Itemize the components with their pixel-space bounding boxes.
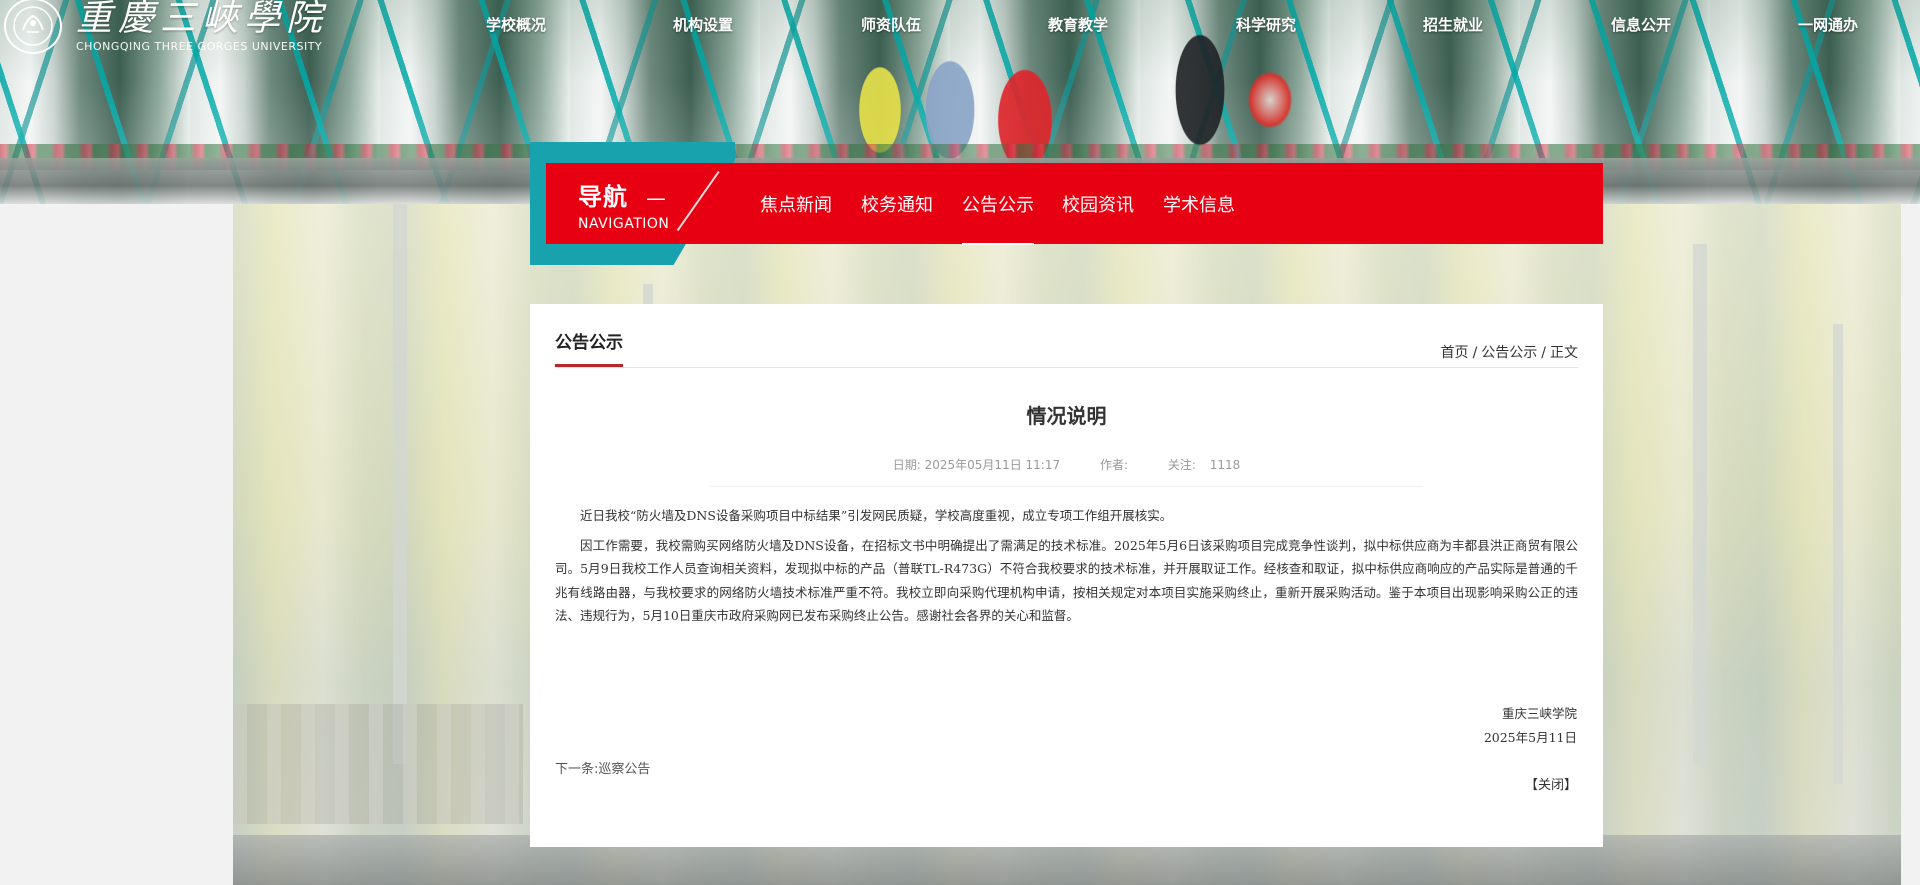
subnav-title-en: NAVIGATION <box>578 216 670 232</box>
nav-item-admissions[interactable]: 招生就业 <box>1423 14 1483 35</box>
nav-item-faculty[interactable]: 师资队伍 <box>861 14 921 35</box>
breadcrumb-separator: / <box>1472 345 1478 361</box>
article-card: 公告公示 首页 / 公告公示 / 正文 情况说明 日期: 2025年05月11日 11:… <box>530 304 1603 847</box>
article-signature: 重庆三峡学院 2025年5月11日 <box>1484 702 1577 750</box>
meta-divider <box>710 486 1423 487</box>
nav-item-institutions[interactable]: 机构设置 <box>673 14 733 35</box>
article-views-label: 关注: <box>1167 458 1196 472</box>
logo-name-en: CHONGQING THREE GORGES UNIVERSITY <box>76 40 323 53</box>
nav-item-about[interactable]: 学校概况 <box>486 14 546 35</box>
nav-item-one-stop[interactable]: 一网通办 <box>1798 14 1858 35</box>
bg-tree-trunk <box>1693 244 1707 764</box>
next-article-link[interactable]: 下一条:巡察公告 <box>555 758 650 777</box>
close-button[interactable]: 【关闭】 <box>1525 774 1577 793</box>
subnav-title: 导航 — NAVIGATION <box>578 177 669 232</box>
nav-item-education[interactable]: 教育教学 <box>1048 14 1108 35</box>
article-body: 近日我校“防火墙及DNS设备采购项目中标结果”引发网民质疑，学校高度重视，成立专… <box>555 504 1578 634</box>
breadcrumb: 首页 / 公告公示 / 正文 <box>1441 342 1578 362</box>
breadcrumb-home[interactable]: 首页 <box>1441 345 1469 361</box>
article-views-count: 1118 <box>1209 458 1241 472</box>
card-header: 公告公示 首页 / 公告公示 / 正文 <box>555 304 1578 368</box>
article-title: 情况说明 <box>1026 404 1107 428</box>
tab-academic-info[interactable]: 学术信息 <box>1163 191 1235 217</box>
breadcrumb-separator: / <box>1541 345 1546 361</box>
breadcrumb-current: 正文 <box>1550 345 1578 361</box>
article-meta: 日期: 2025年05月11日 11:17 作者: 关注: 1118 <box>530 456 1603 473</box>
nav-item-research[interactable]: 科学研究 <box>1236 14 1296 35</box>
university-logo[interactable]: 重慶三峽學院 CHONGQING THREE GORGES UNIVERSITY <box>4 0 328 56</box>
article-date: 日期: 2025年05月11日 11:17 <box>892 458 1061 472</box>
article-paragraph: 近日我校“防火墙及DNS设备采购项目中标结果”引发网民质疑，学校高度重视，成立专… <box>580 508 1173 523</box>
university-seal-icon <box>4 0 62 54</box>
breadcrumb-announcements[interactable]: 公告公示 <box>1481 345 1537 361</box>
bg-railing <box>233 704 523 824</box>
bg-tree-trunk <box>1833 324 1843 784</box>
article-author: 作者: <box>1099 458 1128 472</box>
bg-tree-trunk <box>393 204 407 764</box>
section-title: 公告公示 <box>555 328 623 367</box>
signature-organization: 重庆三峡学院 <box>1501 706 1577 721</box>
tab-school-notices[interactable]: 校务通知 <box>861 191 933 217</box>
sub-navigation-bar: 导航 — NAVIGATION 焦点新闻 校务通知 公告公示 校园资讯 学术信息 <box>546 163 1603 245</box>
tab-announcements[interactable]: 公告公示 <box>962 191 1034 245</box>
logo-name-cn: 重慶三峽學院 <box>76 0 329 39</box>
tab-campus-news[interactable]: 校园资讯 <box>1062 191 1134 217</box>
signature-date: 2025年5月11日 <box>1483 730 1577 745</box>
subnav-title-cn: 导航 <box>578 183 628 211</box>
top-navigation: 学校概况 机构设置 师资队伍 教育教学 科学研究 招生就业 信息公开 一网通办 <box>450 0 1890 50</box>
subnav-divider <box>676 171 720 232</box>
tab-focus-news[interactable]: 焦点新闻 <box>760 191 832 217</box>
subnav-title-dash: — <box>646 186 666 210</box>
article-paragraph: 因工作需要，我校需购买网络防火墙及DNS设备，在招标文书中明确提出了需满足的技术… <box>555 537 1578 624</box>
nav-item-disclosure[interactable]: 信息公开 <box>1611 14 1671 35</box>
